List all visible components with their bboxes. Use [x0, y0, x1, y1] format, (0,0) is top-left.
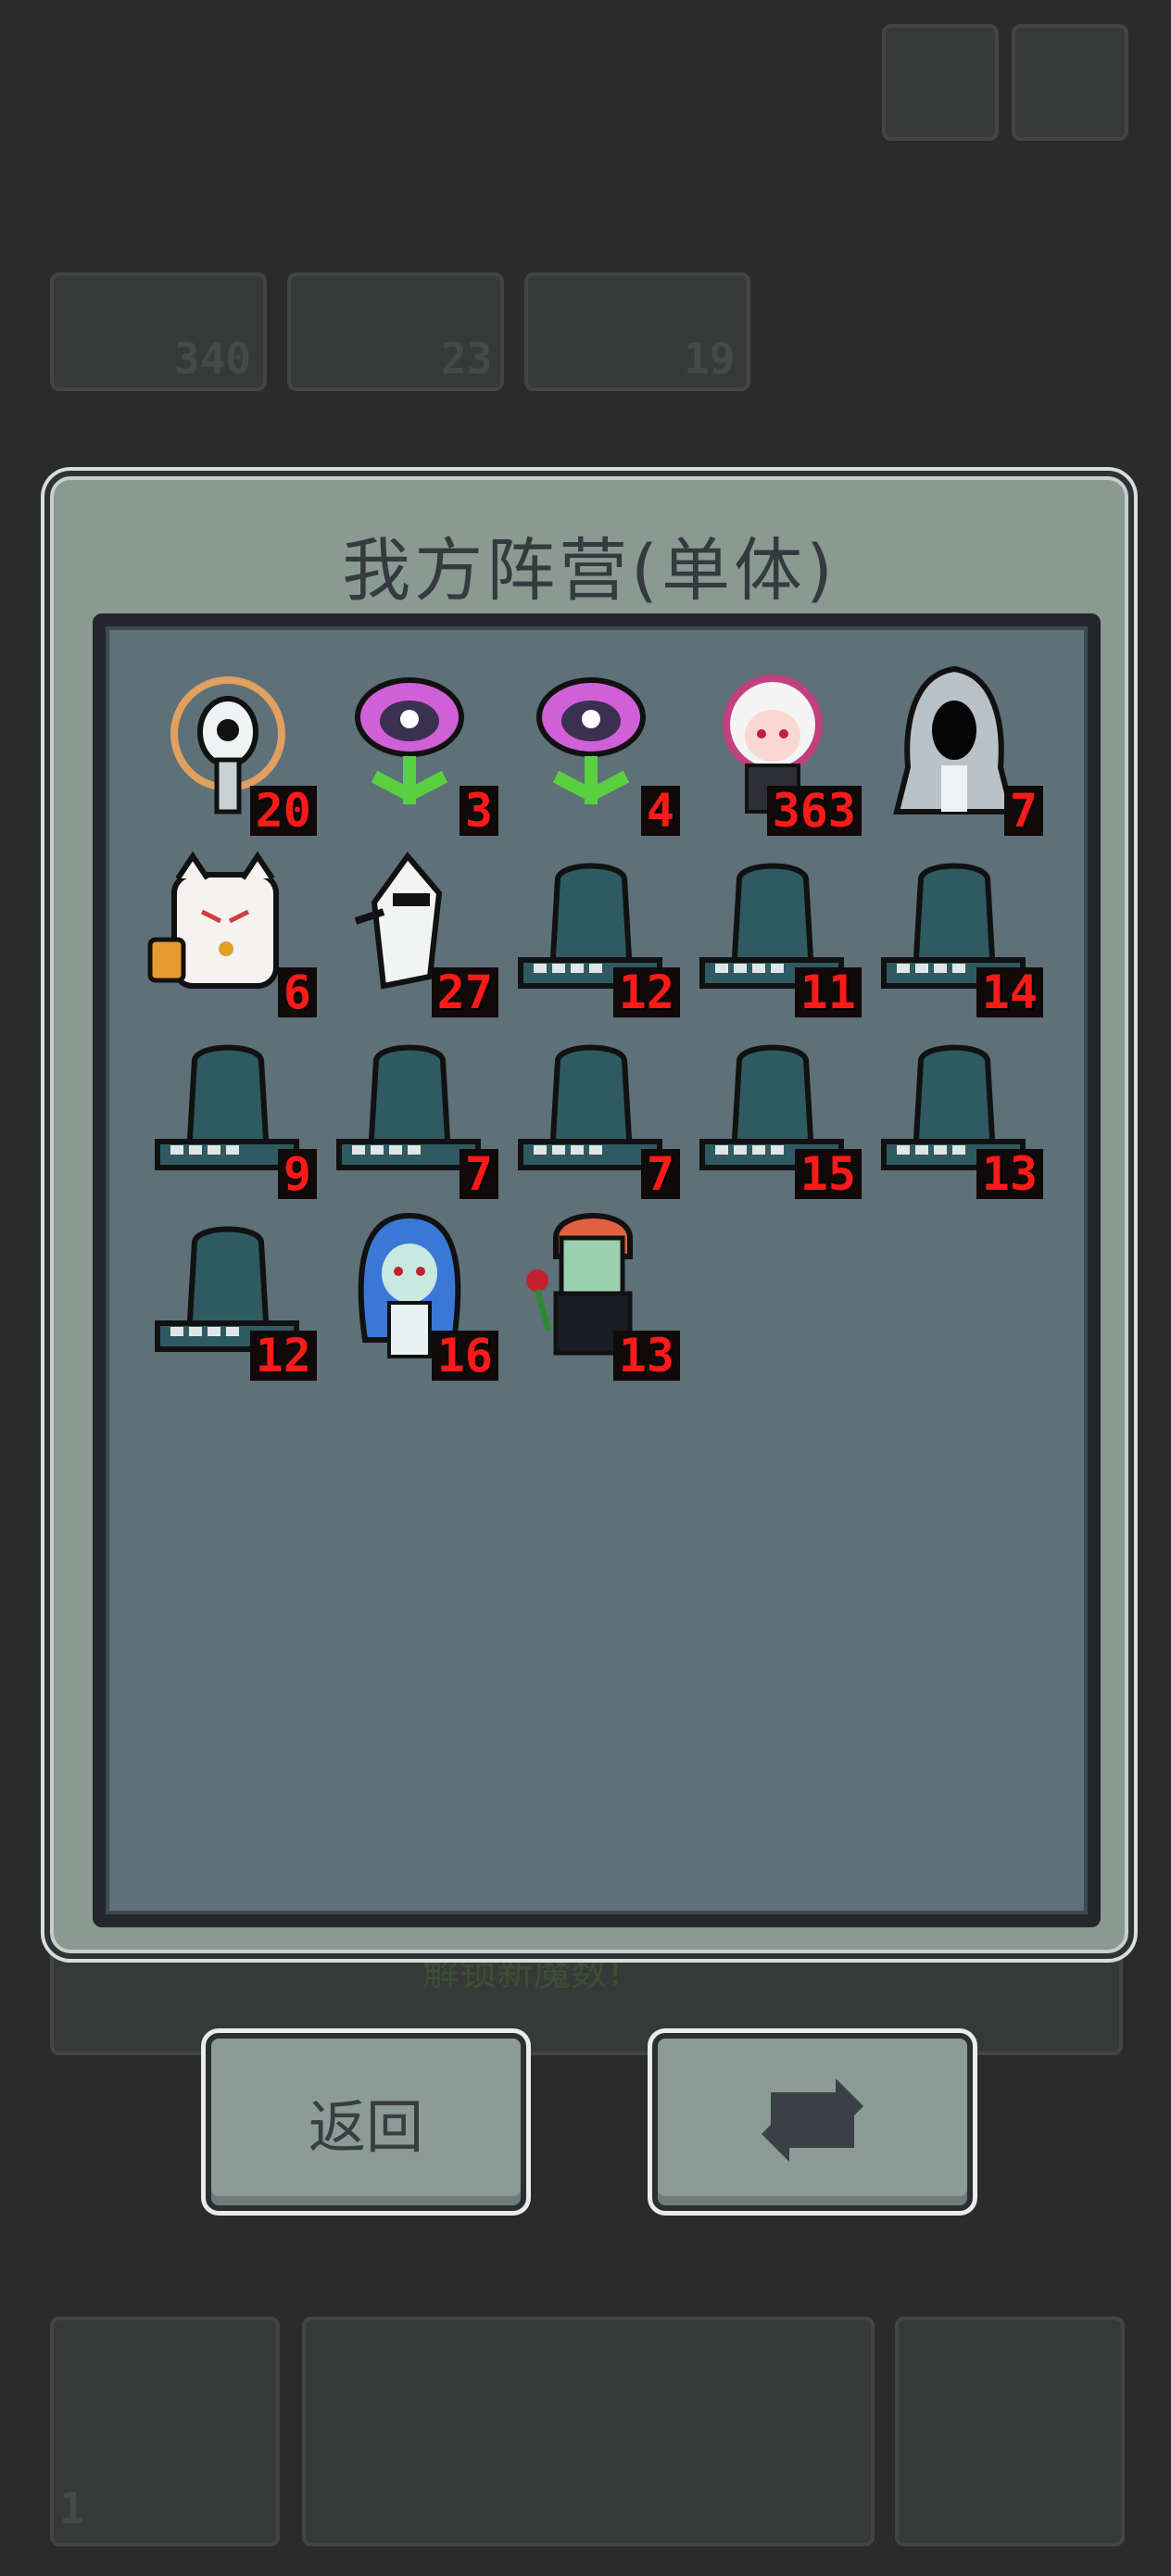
unit-count: 27 — [431, 967, 498, 1017]
unit-count: 15 — [794, 1149, 862, 1199]
unit-card[interactable]: 16 — [319, 1201, 500, 1383]
unit-count: 14 — [976, 967, 1043, 1017]
unit-card[interactable]: 20 — [137, 656, 319, 838]
bottom-level: 1 — [59, 2483, 85, 2533]
unit-count: 6 — [277, 967, 317, 1017]
unit-card[interactable]: 7 — [500, 1019, 682, 1201]
stat-value-3: 19 — [684, 334, 736, 384]
unit-count: 3 — [459, 786, 498, 836]
unit-card[interactable]: 12 — [500, 838, 682, 1019]
unit-card[interactable]: 4 — [500, 656, 682, 838]
unit-card[interactable]: 14 — [863, 838, 1045, 1019]
unit-card[interactable]: 3 — [319, 656, 500, 838]
refresh-icon — [752, 2074, 873, 2170]
unit-count: 363 — [766, 786, 862, 836]
unit-count: 13 — [612, 1331, 680, 1381]
back-button-label: 返回 — [308, 2093, 423, 2161]
unit-card[interactable]: 27 — [319, 838, 500, 1019]
unit-count: 7 — [459, 1149, 498, 1199]
stat-value-1: 340 — [174, 334, 252, 384]
unit-count: 4 — [640, 786, 680, 836]
unit-count: 20 — [249, 786, 317, 836]
unit-grid: 20 3 4 363 7 6 27 12 11 14 9 7 7 15 13 12 16 13 — [106, 626, 1088, 1914]
unit-card[interactable]: 363 — [682, 656, 863, 838]
dialog-title: 我方阵营(单体) — [342, 531, 837, 611]
unit-list-panel[interactable]: 20 3 4 363 7 6 27 12 11 14 9 7 7 15 13 12 16 13 — [93, 613, 1101, 1927]
team-dialog: 我方阵营(单体) 20 3 4 363 7 6 27 12 11 14 9 7 7 15 13 12 16 13 — [44, 471, 1134, 1959]
bottom-slot-3 — [895, 2317, 1125, 2546]
unit-card[interactable]: 6 — [137, 838, 319, 1019]
unit-card[interactable]: 7 — [319, 1019, 500, 1201]
stat-value-2: 23 — [441, 334, 493, 384]
unit-count: 9 — [277, 1149, 317, 1199]
unit-card[interactable]: 11 — [682, 838, 863, 1019]
bottom-slot-2 — [302, 2317, 875, 2546]
unit-card[interactable]: 7 — [863, 656, 1045, 838]
unit-count: 7 — [1003, 786, 1043, 836]
unit-count: 11 — [794, 967, 862, 1017]
unit-count: 16 — [431, 1331, 498, 1381]
unit-card[interactable]: 13 — [500, 1201, 682, 1383]
refresh-button[interactable] — [652, 2033, 973, 2211]
unit-card[interactable]: 9 — [137, 1019, 319, 1201]
unit-card[interactable]: 12 — [137, 1201, 319, 1383]
back-button[interactable]: 返回 — [206, 2033, 526, 2211]
top-button-1 — [882, 24, 999, 141]
unit-count: 13 — [976, 1149, 1043, 1199]
unit-count: 12 — [249, 1331, 317, 1381]
unit-card[interactable]: 13 — [863, 1019, 1045, 1201]
top-button-2 — [1012, 24, 1128, 141]
unit-card[interactable]: 15 — [682, 1019, 863, 1201]
unit-count: 7 — [640, 1149, 680, 1199]
unit-count: 12 — [612, 967, 680, 1017]
